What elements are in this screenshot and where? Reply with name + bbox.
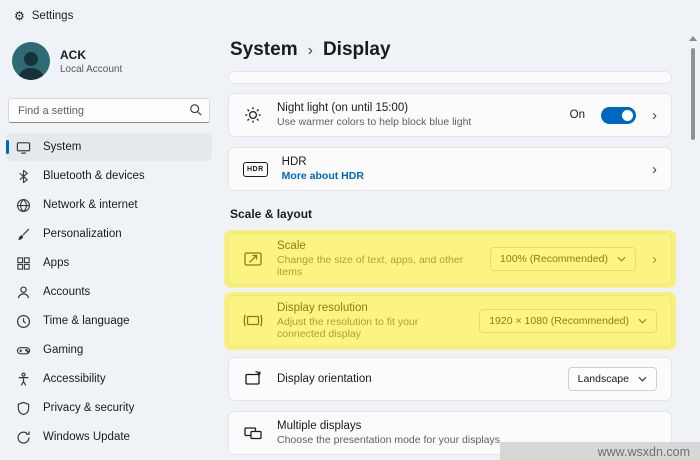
sidebar: ACK Local Account System Bluetooth & dev…	[0, 32, 218, 460]
vertical-scrollbar[interactable]	[688, 36, 698, 454]
display-resolution-description: Adjust the resolution to fit your connec…	[277, 316, 465, 340]
scale-dropdown[interactable]: 100% (Recommended)	[490, 247, 636, 271]
account-block[interactable]: ACK Local Account	[0, 32, 218, 88]
display-orientation-row[interactable]: Display orientation Landscape	[228, 357, 672, 401]
display-resolution-icon	[243, 311, 263, 331]
bluetooth-icon	[16, 169, 31, 184]
globe-icon	[16, 198, 31, 213]
night-light-icon	[243, 105, 263, 125]
hdr-icon: HDR	[243, 162, 268, 177]
multiple-displays-icon	[243, 423, 263, 443]
sidebar-item-label: Time & language	[43, 315, 130, 327]
sidebar-item-label: System	[43, 141, 81, 153]
sidebar-item-label: Bluetooth & devices	[43, 170, 145, 182]
display-orientation-texts: Display orientation	[277, 373, 554, 385]
display-resolution-dropdown[interactable]: 1920 × 1080 (Recommended)	[479, 309, 657, 333]
sidebar-item-gaming[interactable]: Gaming	[6, 336, 212, 364]
sidebar-item-system[interactable]: System	[6, 133, 212, 161]
hdr-texts: HDR More about HDR	[282, 156, 636, 182]
window-title: Settings	[32, 10, 74, 22]
hdr-more-link[interactable]: More about HDR	[282, 170, 636, 182]
search-box	[8, 98, 210, 123]
sidebar-item-apps[interactable]: Apps	[6, 249, 212, 277]
scale-row[interactable]: Scale Change the size of text, apps, and…	[228, 233, 672, 285]
avatar[interactable]	[12, 42, 50, 80]
scale-description: Change the size of text, apps, and other…	[277, 254, 476, 278]
chevron-right-icon: ›	[650, 108, 657, 123]
sidebar-item-windows-update[interactable]: Windows Update	[6, 423, 212, 451]
chevron-down-icon	[617, 256, 626, 262]
night-light-texts: Night light (on until 15:00) Use warmer …	[277, 102, 556, 128]
chevron-down-icon	[638, 318, 647, 324]
person-icon	[16, 285, 31, 300]
page-title: Display	[323, 39, 391, 61]
display-orientation-value: Landscape	[578, 373, 629, 385]
sidebar-item-accounts[interactable]: Accounts	[6, 278, 212, 306]
chevron-right-icon: ›	[650, 252, 657, 267]
hdr-row[interactable]: HDR HDR More about HDR ›	[228, 147, 672, 191]
sidebar-item-label: Windows Update	[43, 431, 130, 443]
apps-grid-icon	[16, 256, 31, 271]
account-texts: ACK Local Account	[60, 48, 122, 75]
section-scale-layout: Scale & layout	[230, 207, 672, 221]
hdr-title: HDR	[282, 156, 636, 168]
sidebar-item-network[interactable]: Network & internet	[6, 191, 212, 219]
sidebar-item-label: Gaming	[43, 344, 83, 356]
scroll-up-icon[interactable]	[689, 36, 697, 41]
sidebar-item-label: Network & internet	[43, 199, 138, 211]
sidebar-item-label: Apps	[43, 257, 69, 269]
night-light-description: Use warmer colors to help block blue lig…	[277, 116, 556, 128]
settings-list: Night light (on until 15:00) Use warmer …	[228, 71, 672, 460]
night-light-title: Night light (on until 15:00)	[277, 102, 556, 114]
display-resolution-value: 1920 × 1080 (Recommended)	[489, 315, 629, 327]
account-subtitle: Local Account	[60, 64, 122, 75]
clock-icon	[16, 314, 31, 329]
night-light-row[interactable]: Night light (on until 15:00) Use warmer …	[228, 93, 672, 137]
sidebar-item-personalization[interactable]: Personalization	[6, 220, 212, 248]
display-resolution-row[interactable]: Display resolution Adjust the resolution…	[228, 295, 672, 347]
display-orientation-icon	[243, 369, 263, 389]
breadcrumb-separator-icon: ›	[308, 42, 313, 60]
shield-icon	[16, 401, 31, 416]
display-orientation-title: Display orientation	[277, 373, 554, 385]
update-icon	[16, 430, 31, 445]
breadcrumb-system[interactable]: System	[230, 39, 298, 61]
breadcrumb: System › Display	[218, 32, 700, 71]
display-resolution-title: Display resolution	[277, 302, 465, 314]
titlebar: ⚙ Settings	[0, 0, 700, 32]
scale-title: Scale	[277, 240, 476, 252]
search-icon[interactable]	[189, 103, 203, 117]
main-content: System › Display Night light (on until 1…	[218, 32, 700, 460]
chevron-right-icon: ›	[650, 162, 657, 177]
settings-gear-icon: ⚙	[14, 9, 25, 23]
sidebar-nav: System Bluetooth & devices Network & int…	[0, 133, 218, 451]
clipped-card-partial[interactable]	[228, 71, 672, 84]
paintbrush-icon	[16, 227, 31, 242]
scrollbar-thumb[interactable]	[691, 48, 695, 140]
gamepad-icon	[16, 343, 31, 358]
display-resolution-texts: Display resolution Adjust the resolution…	[277, 302, 465, 340]
sidebar-item-time-language[interactable]: Time & language	[6, 307, 212, 335]
scale-texts: Scale Change the size of text, apps, and…	[277, 240, 476, 278]
accessibility-icon	[16, 372, 31, 387]
account-name: ACK	[60, 48, 122, 62]
chevron-down-icon	[638, 376, 647, 382]
watermark: www.wsxdn.com	[598, 445, 690, 459]
sidebar-item-label: Accounts	[43, 286, 90, 298]
display-orientation-dropdown[interactable]: Landscape	[568, 367, 657, 391]
sidebar-item-bluetooth[interactable]: Bluetooth & devices	[6, 162, 212, 190]
settings-window: ⚙ Settings ACK Local Account System	[0, 0, 700, 460]
search-input[interactable]	[8, 98, 210, 123]
system-icon	[16, 140, 31, 155]
sidebar-item-accessibility[interactable]: Accessibility	[6, 365, 212, 393]
night-light-toggle[interactable]	[601, 107, 636, 124]
scale-icon	[243, 249, 263, 269]
sidebar-item-label: Accessibility	[43, 373, 106, 385]
sidebar-item-privacy[interactable]: Privacy & security	[6, 394, 212, 422]
sidebar-item-label: Privacy & security	[43, 402, 134, 414]
scale-dropdown-value: 100% (Recommended)	[500, 253, 608, 265]
multiple-displays-title: Multiple displays	[277, 420, 657, 432]
night-light-toggle-label: On	[570, 109, 585, 121]
sidebar-item-label: Personalization	[43, 228, 122, 240]
